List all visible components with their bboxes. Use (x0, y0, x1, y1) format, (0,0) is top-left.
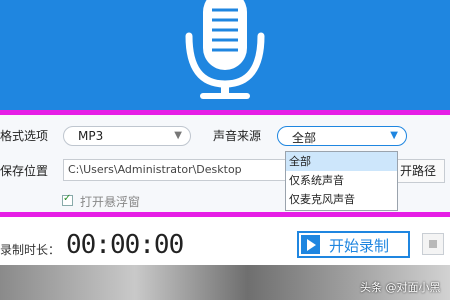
source-select-value: 全部 (292, 131, 317, 145)
source-label: 声音来源 (213, 129, 262, 143)
save-path-field[interactable]: C:\Users\Administrator\Desktop (63, 159, 297, 181)
dropdown-option-mic-only[interactable]: 仅麦克风声音 (286, 190, 397, 209)
floating-window-label: 打开悬浮窗 (80, 195, 141, 209)
save-location-label: 保存位置 (0, 164, 49, 178)
microphone-icon (185, 0, 265, 99)
play-icon (301, 235, 320, 254)
source-dropdown-list: 全部 仅系统声音 仅麦克风声音 (285, 151, 398, 211)
dropdown-option-system-only[interactable]: 仅系统声音 (286, 171, 397, 190)
stop-icon (429, 240, 437, 248)
duration-display: 00:00:00 (66, 230, 184, 260)
start-recording-label: 开始录制 (329, 237, 390, 255)
format-label: 格式选项 (0, 129, 49, 143)
app-header (0, 0, 450, 110)
dropdown-option-all[interactable]: 全部 (286, 152, 397, 171)
check-icon: ✓ (63, 193, 72, 204)
chevron-down-icon: ▼ (174, 130, 182, 141)
watermark-text: 头条 @对面小黑 (360, 281, 441, 294)
source-select[interactable]: 全部 ▼ (277, 126, 407, 146)
start-recording-button[interactable]: 开始录制 (297, 231, 410, 258)
floating-window-checkbox[interactable]: ✓ (62, 193, 73, 206)
format-select-value: MP3 (78, 129, 104, 143)
bottom-divider (0, 212, 450, 217)
chevron-down-icon: ▼ (390, 130, 398, 141)
duration-label: 录制时长： (0, 243, 61, 257)
format-select[interactable]: MP3 ▼ (63, 126, 191, 146)
stop-button[interactable] (422, 233, 444, 255)
change-path-button[interactable]: 开路径 (395, 159, 445, 183)
